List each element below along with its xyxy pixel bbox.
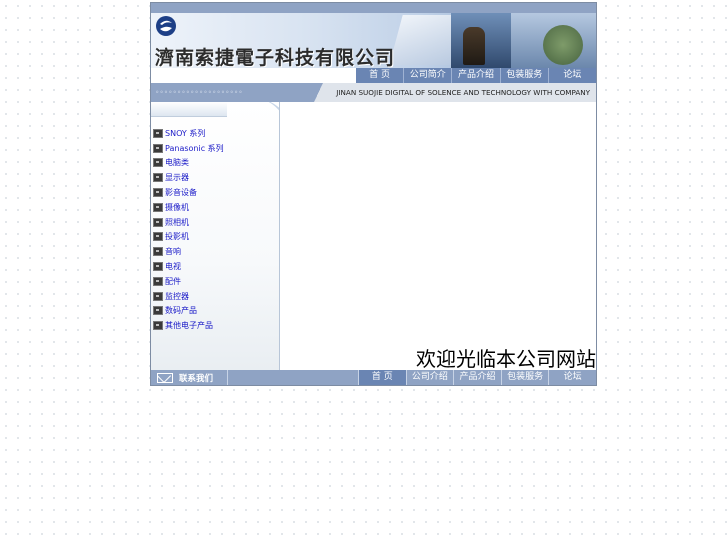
sidebar-item[interactable]: 数码产品 bbox=[153, 304, 224, 319]
nav-home[interactable]: 首 页 bbox=[356, 68, 403, 83]
monitor-icon bbox=[153, 232, 163, 242]
sub-header-dots: ∘∘∘∘∘∘∘∘∘∘∘∘∘∘∘∘∘∘∘∘ bbox=[155, 88, 243, 96]
sidebar-item[interactable]: 音响 bbox=[153, 244, 224, 259]
company-name: 濟南索捷電子科技有限公司 bbox=[155, 47, 396, 68]
sidebar-item[interactable]: 电脑类 bbox=[153, 156, 224, 171]
monitor-icon bbox=[153, 291, 163, 301]
company-tagline: JINAN SUOJIE DIGITAL OF SOLENCE AND TECH… bbox=[336, 88, 590, 97]
sidebar-item-label[interactable]: 其他电子产品 bbox=[165, 320, 213, 331]
footer-bar: 联系我们 首 页 公司介绍 产品介绍 包装服务 论坛 bbox=[151, 370, 596, 385]
sidebar-item-label[interactable]: 影音设备 bbox=[165, 187, 197, 198]
company-logo-icon bbox=[156, 16, 176, 36]
sidebar: SNOY 系列 Panasonic 系列 电脑类 显示器 影音设备 摄像机 照相… bbox=[151, 102, 280, 370]
statue-graphic bbox=[463, 27, 485, 65]
nav-products[interactable]: 产品介绍 bbox=[451, 68, 499, 83]
footer-divider bbox=[227, 370, 228, 385]
header-banner: 濟南索捷電子科技有限公司 bbox=[151, 13, 596, 68]
sidebar-item-label[interactable]: 投影机 bbox=[165, 231, 189, 242]
monitor-icon bbox=[153, 276, 163, 286]
monitor-icon bbox=[153, 158, 163, 168]
product-menu: SNOY 系列 Panasonic 系列 电脑类 显示器 影音设备 摄像机 照相… bbox=[153, 126, 224, 333]
sidebar-item-label[interactable]: Panasonic 系列 bbox=[165, 143, 224, 154]
monitor-icon bbox=[153, 173, 163, 183]
sidebar-item[interactable]: 影音设备 bbox=[153, 185, 224, 200]
sidebar-item[interactable]: 显示器 bbox=[153, 170, 224, 185]
welcome-notice: 欢迎光临本公司网站 bbox=[416, 347, 596, 371]
page-frame: 濟南索捷電子科技有限公司 首 页 公司简介 产品介绍 包装服务 论坛 ∘∘∘∘∘… bbox=[150, 2, 597, 386]
sidebar-item-label[interactable]: 数码产品 bbox=[165, 305, 197, 316]
sidebar-item-label[interactable]: 电视 bbox=[165, 261, 181, 272]
sidebar-curve bbox=[229, 102, 279, 218]
tree-graphic bbox=[543, 25, 583, 65]
sidebar-item[interactable]: 其他电子产品 bbox=[153, 318, 224, 333]
footer-nav-packaging[interactable]: 包装服务 bbox=[500, 370, 549, 385]
footer-nav-products[interactable]: 产品介绍 bbox=[453, 370, 501, 385]
monitor-icon bbox=[153, 217, 163, 227]
nav-forum[interactable]: 论坛 bbox=[547, 68, 596, 83]
footer-nav: 首 页 公司介绍 产品介绍 包装服务 论坛 bbox=[358, 370, 596, 385]
sidebar-item-label[interactable]: SNOY 系列 bbox=[165, 128, 205, 139]
monitor-icon bbox=[153, 321, 163, 331]
sidebar-item[interactable]: 照相机 bbox=[153, 215, 224, 230]
contact-us-link[interactable]: 联系我们 bbox=[157, 370, 213, 385]
envelope-icon bbox=[157, 372, 173, 383]
monitor-icon bbox=[153, 143, 163, 153]
monitor-icon bbox=[153, 247, 163, 257]
nav-about[interactable]: 公司简介 bbox=[403, 68, 451, 83]
sidebar-item[interactable]: SNOY 系列 bbox=[153, 126, 224, 141]
sidebar-item[interactable]: 监控器 bbox=[153, 289, 224, 304]
sidebar-item-label[interactable]: 照相机 bbox=[165, 217, 189, 228]
monitor-icon bbox=[153, 202, 163, 212]
monitor-icon bbox=[153, 188, 163, 198]
sidebar-item-label[interactable]: 显示器 bbox=[165, 172, 189, 183]
footer-nav-home[interactable]: 首 页 bbox=[358, 370, 406, 385]
sidebar-item-label[interactable]: 摄像机 bbox=[165, 202, 189, 213]
sub-header: ∘∘∘∘∘∘∘∘∘∘∘∘∘∘∘∘∘∘∘∘ JINAN SUOJIE DIGITA… bbox=[151, 83, 596, 102]
sub-header-slant bbox=[301, 83, 336, 102]
sidebar-item[interactable]: 配件 bbox=[153, 274, 224, 289]
sidebar-item[interactable]: 摄像机 bbox=[153, 200, 224, 215]
footer-nav-about[interactable]: 公司介绍 bbox=[405, 370, 454, 385]
sidebar-item[interactable]: 投影机 bbox=[153, 230, 224, 245]
sidebar-item-label[interactable]: 配件 bbox=[165, 276, 181, 287]
monitor-icon bbox=[153, 262, 163, 272]
sidebar-item[interactable]: 电视 bbox=[153, 259, 224, 274]
main-content: 欢迎光临本公司网站 bbox=[280, 102, 596, 370]
sidebar-item-label[interactable]: 监控器 bbox=[165, 291, 189, 302]
main-nav: 首 页 公司简介 产品介绍 包装服务 论坛 bbox=[356, 68, 596, 83]
monitor-icon bbox=[153, 306, 163, 316]
monitor-icon bbox=[153, 128, 163, 138]
sidebar-item-label[interactable]: 电脑类 bbox=[165, 157, 189, 168]
contact-us-label: 联系我们 bbox=[179, 373, 214, 384]
footer-nav-forum[interactable]: 论坛 bbox=[548, 370, 596, 385]
nav-packaging[interactable]: 包装服务 bbox=[499, 68, 548, 83]
sidebar-top-strip bbox=[151, 102, 227, 117]
top-bar bbox=[151, 3, 596, 13]
sidebar-item[interactable]: Panasonic 系列 bbox=[153, 141, 224, 156]
sidebar-item-label[interactable]: 音响 bbox=[165, 246, 181, 257]
